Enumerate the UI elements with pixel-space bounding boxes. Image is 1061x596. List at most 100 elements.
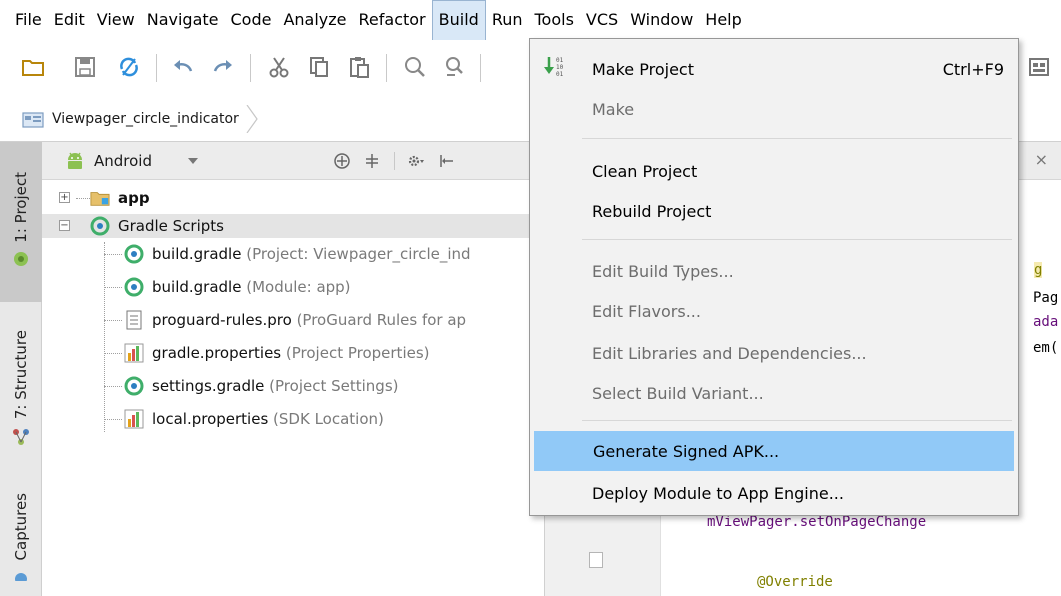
menu-tools[interactable]: Tools bbox=[529, 0, 580, 40]
menu-item-edit-libraries[interactable]: Edit Libraries and Dependencies... bbox=[534, 333, 1014, 373]
hide-panel-icon[interactable] bbox=[436, 151, 456, 171]
close-icon[interactable]: × bbox=[1035, 150, 1048, 169]
menu-item-label: Rebuild Project bbox=[592, 201, 712, 221]
menu-navigate[interactable]: Navigate bbox=[141, 0, 225, 40]
project-tree: + app − Gradle Scripts build.gradle (Pro… bbox=[42, 180, 544, 596]
project-panel: Android + app − Gradle Scripts build.gra… bbox=[42, 142, 544, 596]
project-view-label: Android bbox=[94, 152, 152, 170]
menu-build[interactable]: Build bbox=[431, 0, 486, 40]
paste-icon[interactable] bbox=[344, 52, 374, 82]
open-folder-icon[interactable] bbox=[18, 52, 48, 82]
copy-icon[interactable] bbox=[304, 52, 334, 82]
menu-window[interactable]: Window bbox=[624, 0, 699, 40]
tree-hint: (ProGuard Rules for ap bbox=[296, 311, 467, 329]
menu-vcs[interactable]: VCS bbox=[580, 0, 624, 40]
code-fragment: g bbox=[1034, 262, 1043, 278]
collapse-icon[interactable]: − bbox=[59, 220, 70, 231]
tree-row-build-gradle-module[interactable]: build.gradle (Module: app) bbox=[42, 275, 544, 299]
breadcrumb[interactable]: Viewpager_circle_indicator bbox=[22, 105, 261, 133]
tree-hint: (Project Properties) bbox=[285, 344, 430, 362]
tree-hint: (Project Settings) bbox=[269, 377, 399, 395]
save-icon[interactable] bbox=[70, 52, 100, 82]
properties-icon bbox=[124, 343, 144, 363]
chevron-down-icon bbox=[188, 158, 198, 164]
project-icon bbox=[22, 112, 44, 128]
sync-icon[interactable] bbox=[114, 52, 144, 82]
header-separator bbox=[394, 152, 395, 170]
tree-hint: (Module: app) bbox=[246, 278, 351, 296]
menu-item-edit-build-types[interactable]: Edit Build Types... bbox=[534, 251, 1014, 291]
module-folder-icon bbox=[90, 188, 110, 208]
redo-icon[interactable] bbox=[208, 52, 238, 82]
fold-marker-icon[interactable] bbox=[589, 552, 603, 568]
captures-icon bbox=[13, 569, 29, 585]
build-menu: 01 10 01 Make Project Ctrl+F9 Make Clean… bbox=[529, 38, 1019, 516]
code-line: mViewPager.setOnPageChange bbox=[707, 514, 927, 530]
menu-item-label: Edit Flavors... bbox=[592, 301, 701, 321]
text-file-icon bbox=[124, 310, 144, 330]
tool-window-strip: 1: Project 7: Structure Captures bbox=[0, 142, 42, 596]
sdk-manager-icon[interactable] bbox=[1024, 52, 1054, 82]
tab-captures-label: Captures bbox=[12, 493, 30, 561]
tree-row-gradle-scripts[interactable]: − Gradle Scripts bbox=[42, 214, 544, 238]
menu-separator bbox=[582, 138, 1012, 139]
tree-label: local.properties (SDK Location) bbox=[152, 410, 384, 428]
menu-item-deploy-module[interactable]: Deploy Module to App Engine... bbox=[534, 473, 1014, 513]
android-icon bbox=[68, 152, 82, 169]
tree-label: Gradle Scripts bbox=[118, 217, 224, 235]
svg-text:01: 01 bbox=[556, 57, 564, 64]
tree-label: app bbox=[118, 189, 150, 207]
menu-run[interactable]: Run bbox=[486, 0, 529, 40]
properties-icon bbox=[124, 409, 144, 429]
tree-row-local-properties[interactable]: local.properties (SDK Location) bbox=[42, 407, 544, 431]
menu-item-make[interactable]: Make bbox=[534, 89, 1014, 129]
menu-bar: File Edit View Navigate Code Analyze Ref… bbox=[0, 0, 1061, 40]
project-view-selector[interactable]: Android bbox=[64, 149, 198, 173]
project-panel-header: Android bbox=[42, 142, 544, 180]
menu-item-clean-project[interactable]: Clean Project bbox=[534, 151, 1014, 191]
tab-project[interactable]: 1: Project bbox=[0, 142, 42, 302]
menu-item-select-build-variant[interactable]: Select Build Variant... bbox=[534, 373, 1014, 413]
menu-code[interactable]: Code bbox=[225, 0, 278, 40]
tree-row-gradle-properties[interactable]: gradle.properties (Project Properties) bbox=[42, 341, 544, 365]
gear-icon[interactable] bbox=[406, 151, 426, 171]
menu-item-edit-flavors[interactable]: Edit Flavors... bbox=[534, 291, 1014, 331]
android-icon bbox=[12, 250, 30, 272]
tree-row-build-gradle-project[interactable]: build.gradle (Project: Viewpager_circle_… bbox=[42, 242, 544, 266]
tree-label: proguard-rules.pro (ProGuard Rules for a… bbox=[152, 311, 467, 329]
menu-help[interactable]: Help bbox=[699, 0, 747, 40]
menu-item-generate-signed-apk[interactable]: Generate Signed APK... bbox=[534, 431, 1014, 471]
menu-item-make-project[interactable]: 01 10 01 Make Project Ctrl+F9 bbox=[534, 49, 1014, 89]
tab-captures[interactable]: Captures bbox=[0, 482, 42, 596]
undo-icon[interactable] bbox=[168, 52, 198, 82]
tree-label: settings.gradle (Project Settings) bbox=[152, 377, 399, 395]
menu-refactor[interactable]: Refactor bbox=[353, 0, 432, 40]
menu-item-label: Edit Build Types... bbox=[592, 261, 734, 281]
toolbar-separator bbox=[250, 54, 251, 82]
menu-item-label: Select Build Variant... bbox=[592, 383, 764, 403]
menu-analyze[interactable]: Analyze bbox=[277, 0, 352, 40]
menu-view[interactable]: View bbox=[91, 0, 141, 40]
tab-structure[interactable]: 7: Structure bbox=[0, 310, 42, 470]
menu-edit[interactable]: Edit bbox=[48, 0, 91, 40]
find-icon[interactable] bbox=[400, 52, 430, 82]
tree-row-proguard-rules[interactable]: proguard-rules.pro (ProGuard Rules for a… bbox=[42, 308, 544, 332]
menu-file[interactable]: File bbox=[9, 0, 48, 40]
tree-row-app[interactable]: + app bbox=[42, 186, 544, 210]
gradle-icon bbox=[90, 216, 110, 236]
svg-text:10: 10 bbox=[556, 64, 564, 71]
menu-item-label: Clean Project bbox=[592, 161, 698, 181]
code-annotation: @Override bbox=[757, 574, 833, 590]
expand-icon[interactable]: + bbox=[59, 192, 70, 203]
breadcrumb-chevron-icon bbox=[246, 105, 258, 133]
scroll-from-source-icon[interactable] bbox=[332, 151, 352, 171]
menu-item-label: Deploy Module to App Engine... bbox=[592, 483, 844, 503]
replace-icon[interactable] bbox=[440, 52, 470, 82]
tree-row-settings-gradle[interactable]: settings.gradle (Project Settings) bbox=[42, 374, 544, 398]
code-fragment: Pag bbox=[1033, 290, 1059, 306]
collapse-all-icon[interactable] bbox=[362, 151, 382, 171]
gradle-icon bbox=[124, 376, 144, 396]
menu-item-rebuild-project[interactable]: Rebuild Project bbox=[534, 191, 1014, 231]
cut-icon[interactable] bbox=[264, 52, 294, 82]
toolbar-separator bbox=[156, 54, 157, 82]
